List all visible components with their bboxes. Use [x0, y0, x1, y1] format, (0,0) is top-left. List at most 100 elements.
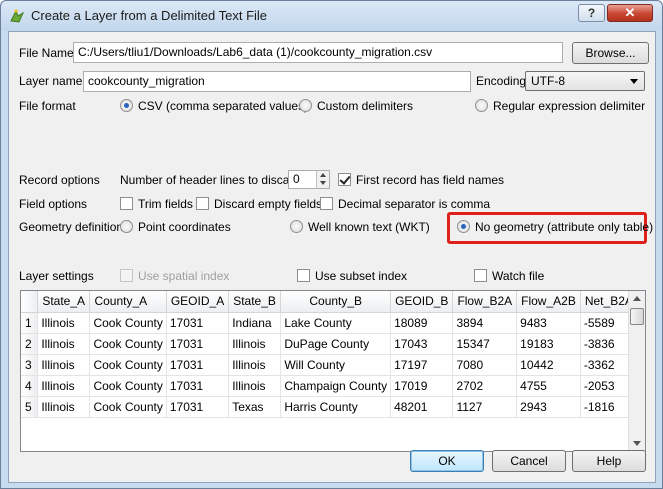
scroll-down-icon[interactable]	[633, 441, 641, 446]
table-row[interactable]: 3 Illinois Cook County 17031 Illinois Wi…	[21, 354, 645, 376]
row-number: 3	[21, 354, 39, 376]
wkt-label[interactable]: Well known text (WKT)	[308, 220, 430, 234]
spin-down-icon[interactable]	[316, 179, 329, 188]
first-record-label[interactable]: First record has field names	[356, 173, 504, 187]
csv-radio-label[interactable]: CSV (comma separated values)	[138, 99, 308, 113]
table-row[interactable]: 2 Illinois Cook County 17031 Illinois Du…	[21, 333, 645, 355]
custom-delimiters-radio[interactable]	[299, 99, 312, 112]
csv-radio[interactable]	[120, 99, 133, 112]
ok-button[interactable]: OK	[410, 450, 484, 472]
point-coordinates-label[interactable]: Point coordinates	[138, 220, 231, 234]
column-header[interactable]: GEOID_A	[166, 291, 230, 313]
no-geometry-label[interactable]: No geometry (attribute only table)	[475, 220, 653, 234]
table-cell: 7080	[452, 354, 518, 376]
subset-index-label[interactable]: Use subset index	[315, 269, 407, 283]
table-cell: Illinois	[37, 354, 91, 376]
column-header[interactable]: State_B	[228, 291, 282, 313]
column-header[interactable]: GEOID_B	[390, 291, 454, 313]
encoding-label: Encoding	[476, 74, 527, 88]
table-cell: Illinois	[37, 333, 91, 355]
column-header[interactable]: Flow_B2A	[452, 291, 518, 313]
table-cell: DuPage County	[280, 333, 392, 355]
file-format-label: File format	[19, 99, 76, 113]
window-title: Create a Layer from a Delimited Text Fil…	[31, 8, 268, 23]
table-cell: 17197	[390, 354, 454, 376]
sample-data-table[interactable]: State_A County_A GEOID_A State_B County_…	[20, 290, 646, 452]
file-name-input[interactable]: C:/Users/tliu1/Downloads/Lab6_data (1)/c…	[73, 42, 563, 63]
no-geometry-radio[interactable]	[457, 220, 470, 233]
help-button[interactable]: Help	[572, 450, 646, 472]
title-help-button[interactable]: ?	[578, 4, 605, 22]
watch-file-label[interactable]: Watch file	[492, 269, 544, 283]
column-header[interactable]: County_B	[280, 291, 392, 313]
wkt-radio[interactable]	[290, 220, 303, 233]
dialog-body: File Name C:/Users/tliu1/Downloads/Lab6_…	[8, 31, 656, 483]
field-options-label: Field options	[19, 197, 88, 211]
watch-file-checkbox[interactable]	[474, 269, 487, 282]
discard-empty-label[interactable]: Discard empty fields	[214, 197, 322, 211]
column-header[interactable]: County_A	[89, 291, 167, 313]
first-record-checkbox[interactable]	[338, 173, 351, 186]
scroll-up-icon[interactable]	[633, 296, 641, 301]
table-cell: Illinois	[37, 396, 91, 418]
layer-name-label: Layer name	[19, 74, 83, 88]
regex-delimiter-radio[interactable]	[475, 99, 488, 112]
table-cell: Cook County	[89, 312, 167, 334]
row-number: 2	[21, 333, 39, 355]
title-bar[interactable]: Create a Layer from a Delimited Text Fil…	[1, 1, 662, 31]
file-name-label: File Name	[19, 46, 74, 60]
table-cell: 4755	[516, 375, 581, 397]
table-cell: 3894	[452, 312, 518, 334]
header-lines-label: Number of header lines to discard	[120, 173, 301, 187]
table-cell: Champaign County	[280, 375, 392, 397]
scroll-thumb[interactable]	[630, 308, 644, 325]
discard-empty-checkbox[interactable]	[196, 197, 209, 210]
layer-settings-label: Layer settings	[19, 269, 94, 283]
table-cell: Illinois	[228, 354, 282, 376]
cancel-button[interactable]: Cancel	[492, 450, 566, 472]
table-row[interactable]: 4 Illinois Cook County 17031 Illinois Ch…	[21, 375, 645, 397]
column-header[interactable]: Flow_A2B	[516, 291, 581, 313]
table-cell: 15347	[452, 333, 518, 355]
table-cell: 17031	[166, 354, 230, 376]
decimal-comma-label[interactable]: Decimal separator is comma	[338, 197, 490, 211]
table-cell: 17031	[166, 375, 230, 397]
trim-fields-label[interactable]: Trim fields	[138, 197, 193, 211]
point-coordinates-radio[interactable]	[120, 220, 133, 233]
subset-index-checkbox[interactable]	[297, 269, 310, 282]
table-cell: Texas	[228, 396, 282, 418]
column-header[interactable]: State_A	[37, 291, 91, 313]
table-cell: Harris County	[280, 396, 392, 418]
trim-fields-checkbox[interactable]	[120, 197, 133, 210]
table-cell: 17019	[390, 375, 454, 397]
table-cell: 17031	[166, 333, 230, 355]
table-cell: Illinois	[228, 375, 282, 397]
table-header-row: State_A County_A GEOID_A State_B County_…	[21, 291, 645, 313]
table-cell: Will County	[280, 354, 392, 376]
layer-name-input[interactable]: cookcounty_migration	[83, 71, 471, 92]
header-lines-spinbox[interactable]: 0	[288, 170, 330, 189]
table-cell: Illinois	[37, 375, 91, 397]
table-cell: 2702	[452, 375, 518, 397]
table-cell: Illinois	[37, 312, 91, 334]
table-cell: 1127	[452, 396, 518, 418]
table-cell: 9483	[516, 312, 581, 334]
table-cell: 2943	[516, 396, 581, 418]
close-button[interactable]: ✕	[607, 4, 653, 22]
spatial-index-checkbox	[120, 269, 133, 282]
table-row[interactable]: 1 Illinois Cook County 17031 Indiana Lak…	[21, 312, 645, 334]
row-number: 4	[21, 375, 39, 397]
table-cell: 17043	[390, 333, 454, 355]
table-vertical-scrollbar[interactable]	[628, 291, 645, 451]
table-row[interactable]: 5 Illinois Cook County 17031 Texas Harri…	[21, 396, 645, 418]
custom-delimiters-label[interactable]: Custom delimiters	[317, 99, 413, 113]
table-cell: 19183	[516, 333, 581, 355]
decimal-comma-checkbox[interactable]	[320, 197, 333, 210]
regex-delimiter-label[interactable]: Regular expression delimiter	[493, 99, 645, 113]
table-cell: Illinois	[228, 333, 282, 355]
header-lines-value: 0	[293, 172, 300, 186]
table-cell: 48201	[390, 396, 454, 418]
browse-button[interactable]: Browse...	[572, 42, 649, 64]
encoding-select[interactable]: UTF-8	[525, 71, 645, 91]
row-number: 5	[21, 396, 39, 418]
